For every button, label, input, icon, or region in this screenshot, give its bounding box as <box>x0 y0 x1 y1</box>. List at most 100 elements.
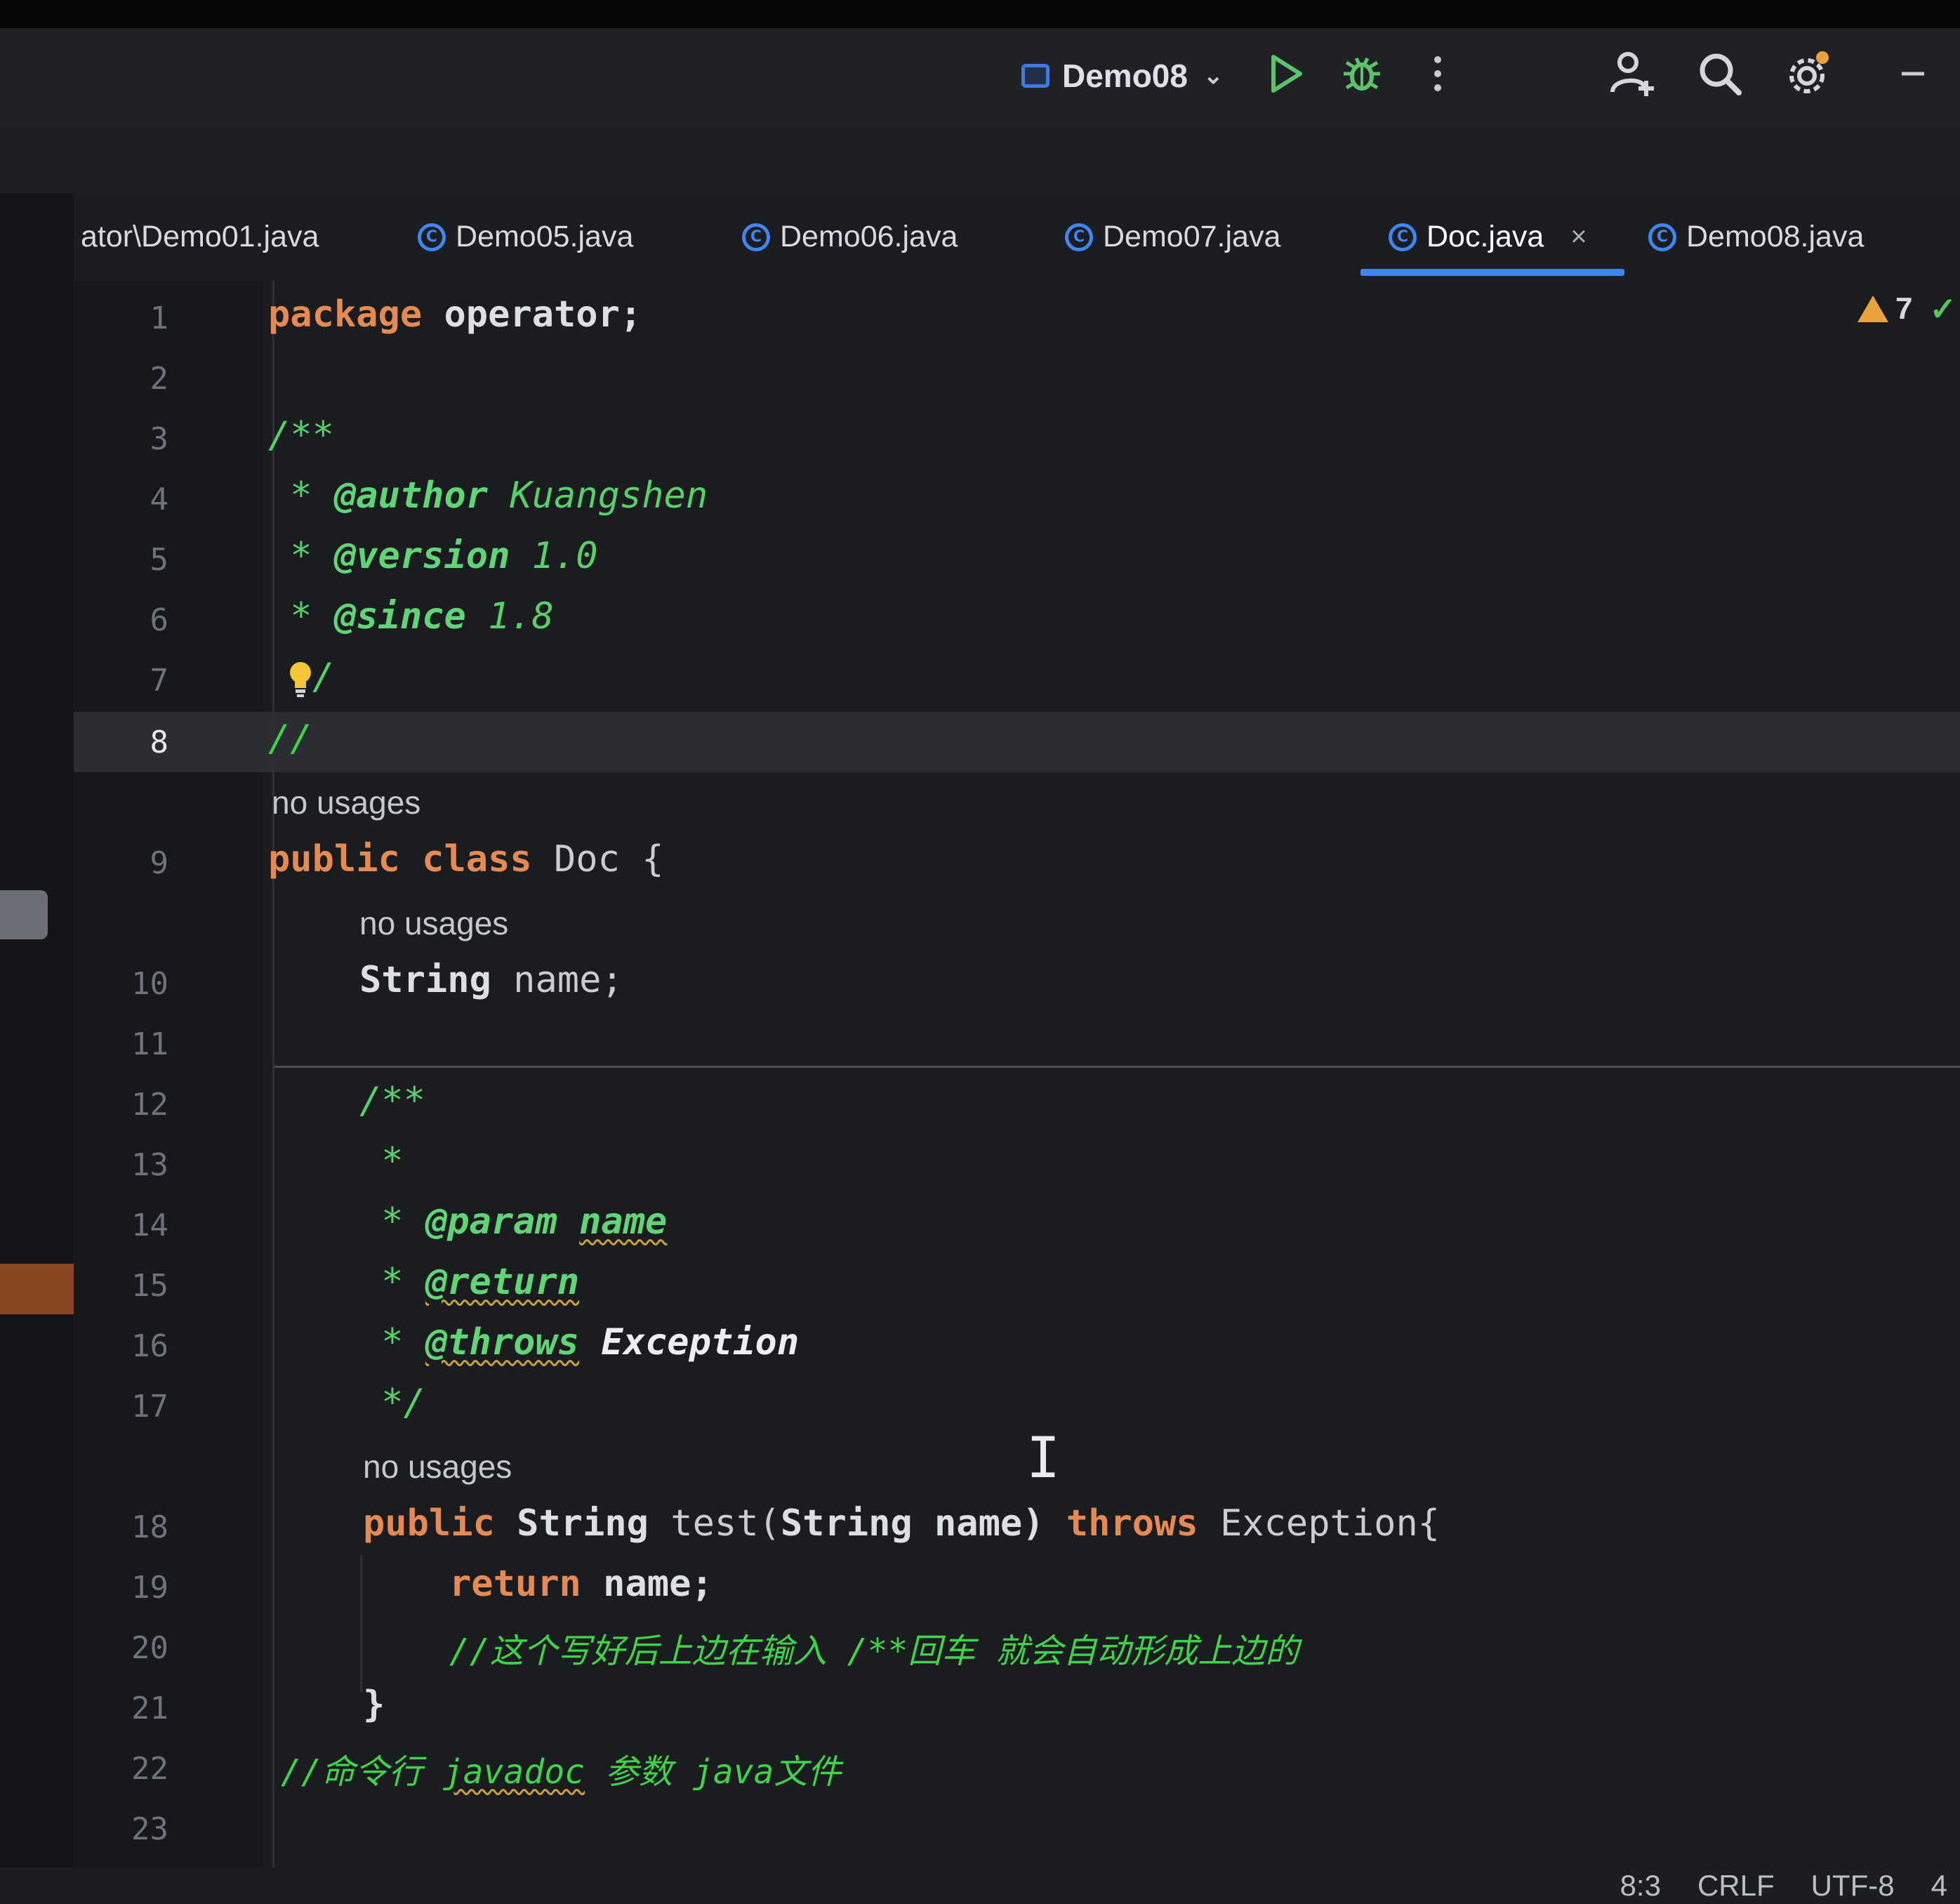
code-line-20: //这个写好后上边在输入 /**回车 就会自动形成上边的 <box>449 1632 1299 1671</box>
check-icon: ✓ <box>1929 291 1957 327</box>
java-class-icon: C <box>418 223 446 251</box>
usages-hint[interactable]: no usages <box>363 1448 512 1486</box>
code-with-me-button[interactable] <box>1604 46 1660 102</box>
more-icon <box>1434 56 1441 91</box>
doc-text: 1.0 <box>510 535 598 577</box>
doc-tag: @version <box>333 535 510 577</box>
code-line-22: //命令行 javadoc 参数 java文件 <box>281 1744 841 1793</box>
close-tab-icon[interactable]: × <box>1570 221 1587 253</box>
line-number: 20 <box>131 1630 168 1666</box>
debug-button[interactable] <box>1334 46 1390 102</box>
java-class-icon: C <box>742 223 770 251</box>
code-line-16: * @throws Exception <box>359 1321 799 1363</box>
code-line-15: * @return <box>359 1261 579 1303</box>
code-line-14: * @param name <box>359 1201 667 1243</box>
doc-tag: @since <box>333 595 466 637</box>
line-number: 14 <box>131 1208 168 1243</box>
keyword: return <box>449 1563 581 1605</box>
code-line-4: * @author Kuangshen <box>268 475 708 517</box>
tool-window-marker[interactable] <box>0 1264 77 1314</box>
more-actions-button[interactable] <box>1410 46 1466 102</box>
minimize-icon <box>1902 72 1924 76</box>
line-number: 10 <box>131 966 168 1002</box>
comment-text: 参数 java文件 <box>585 1752 842 1792</box>
comment-text: //命令行 <box>281 1752 443 1792</box>
run-configuration-selector[interactable]: Demo08 ⌄ <box>1021 48 1223 104</box>
tab-label: ator\Demo01.java <box>81 220 319 253</box>
method-name: test( <box>649 1502 781 1545</box>
code-line-1: package operator; <box>268 293 642 336</box>
java-class-icon: C <box>1648 223 1676 251</box>
method-separator <box>274 1066 1960 1068</box>
toolbar-lower-band <box>0 126 1960 193</box>
warning-count: 7 <box>1895 291 1913 326</box>
settings-button[interactable] <box>1780 46 1836 102</box>
usages-hint[interactable]: no usages <box>359 904 508 942</box>
doc-star: * <box>268 595 334 637</box>
usages-hint[interactable]: no usages <box>272 784 421 821</box>
keyword: package <box>268 293 423 336</box>
line-number: 15 <box>131 1268 168 1304</box>
line-number: 13 <box>131 1147 168 1183</box>
caret-position[interactable]: 8:3 <box>1620 1869 1661 1903</box>
line-number: 7 <box>150 663 169 699</box>
tab-doc-active[interactable]: C Doc.java × <box>1389 193 1587 281</box>
active-tab-indicator <box>1360 269 1624 276</box>
line-number: 23 <box>131 1811 168 1847</box>
inspection-widget[interactable]: 7 ✓ <box>1858 286 1956 331</box>
settings-icon <box>1789 51 1829 93</box>
text-cursor-icon: I <box>1026 1425 1061 1490</box>
line-number: 9 <box>150 845 169 881</box>
line-number: 22 <box>131 1751 168 1787</box>
chevron-down-icon: ⌄ <box>1203 62 1224 89</box>
line-number: 1 <box>150 300 169 336</box>
code-line-5: * @version 1.0 <box>268 535 598 577</box>
code-line-18: public String test(String name) throws E… <box>363 1502 1440 1545</box>
left-tool-strip <box>0 193 74 1904</box>
lightbulb-icon[interactable] <box>286 660 314 699</box>
tab-demo05[interactable]: C Demo05.java <box>418 193 633 281</box>
line-number: 16 <box>131 1328 168 1364</box>
minimize-button[interactable] <box>1885 46 1941 102</box>
doc-text: Kuangshen <box>488 475 708 517</box>
type-name: String <box>494 1502 649 1545</box>
doc-star: * <box>268 475 334 517</box>
doc-tag: @author <box>333 475 489 517</box>
doc-star: * <box>268 535 334 577</box>
field-name: name; <box>491 959 623 1001</box>
line-number: 3 <box>150 421 169 457</box>
code-line-21: } <box>363 1684 385 1726</box>
doc-star: * <box>359 1261 425 1303</box>
package-name: operator; <box>422 293 642 336</box>
code-line-12: /** <box>359 1080 425 1122</box>
indent-setting[interactable]: 4 <box>1931 1869 1947 1903</box>
debug-icon <box>1344 57 1380 91</box>
code-line-7: / <box>312 656 335 698</box>
tab-label: Demo06.java <box>780 220 958 253</box>
java-class-icon: C <box>1065 223 1093 251</box>
search-everywhere-button[interactable] <box>1692 46 1748 102</box>
doc-tag: @throws <box>425 1321 580 1363</box>
line-number: 19 <box>131 1570 168 1606</box>
file-encoding[interactable]: UTF-8 <box>1811 1869 1895 1903</box>
type-name: String <box>780 1502 913 1545</box>
add-user-icon <box>1610 52 1654 96</box>
line-number: 17 <box>131 1389 168 1424</box>
run-button[interactable] <box>1258 46 1314 102</box>
return-value: name; <box>581 1563 713 1605</box>
indent-guide <box>360 1555 362 1692</box>
line-separator[interactable]: CRLF <box>1697 1869 1775 1903</box>
line-number: 2 <box>150 361 169 397</box>
exception-type: Exception{ <box>1198 1502 1441 1545</box>
code-line-6: * @since 1.8 <box>268 595 554 637</box>
tab-demo07[interactable]: C Demo07.java <box>1065 193 1280 281</box>
keyword: public class <box>268 838 532 880</box>
tab-demo08[interactable]: C Demo08.java <box>1648 193 1864 281</box>
tab-demo01[interactable]: ator\Demo01.java <box>81 193 319 281</box>
line-number: 4 <box>150 482 169 517</box>
line-number: 12 <box>131 1087 168 1123</box>
tab-demo06[interactable]: C Demo06.java <box>742 193 958 281</box>
run-configuration-label: Demo08 <box>1062 58 1188 94</box>
search-icon <box>1700 53 1742 95</box>
tool-window-tab[interactable] <box>0 890 48 939</box>
